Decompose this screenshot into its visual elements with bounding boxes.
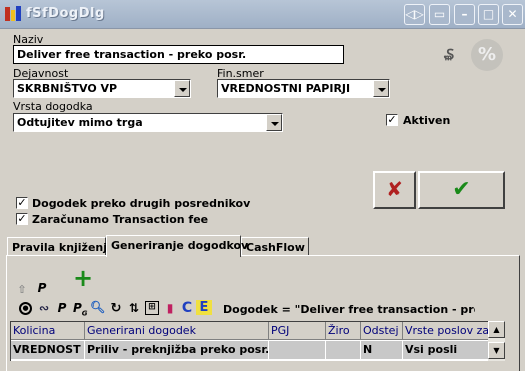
table-cell (269, 341, 326, 359)
cancel-button[interactable]: ✘ (373, 171, 416, 209)
aktiven-label: Aktiven (403, 114, 451, 127)
table-cell: N (361, 341, 403, 359)
table-cell: VREDNOST (11, 341, 85, 359)
minimize-button[interactable]: – (454, 4, 475, 25)
vrsta-select[interactable]: Odtujitev mimo trga (13, 113, 283, 132)
dejavnost-value: SKRBNIŠTVO VP (17, 82, 118, 95)
tab-generiranje[interactable]: Generiranje dogodkov (106, 235, 248, 257)
search-icon[interactable]: 🔍︎ (90, 300, 105, 314)
e-icon[interactable]: E (196, 300, 212, 315)
grid-header[interactable]: Odstej (361, 322, 403, 340)
percent-icon[interactable]: % (471, 39, 503, 71)
events-grid: Kolicina Generirani dogodek PGJ Žiro Ods… (10, 321, 489, 361)
toolbar-info: Dogodek = "Deliver free transaction - pr… (223, 303, 475, 316)
check-icon: ✔ (452, 177, 471, 202)
vertical-scrollbar[interactable]: ▲ ▼ (488, 321, 505, 361)
finsmer-select[interactable]: VREDNOSTNI PAPIRJI (217, 79, 390, 98)
p-tool-icon[interactable]: P (55, 301, 69, 315)
app-icon (5, 6, 21, 21)
refresh-icon[interactable]: ↻ (109, 301, 123, 316)
title-bar: fSfDogDlg ◁▷ ▭ – □ ✕ (0, 0, 525, 29)
chevron-down-icon[interactable] (174, 80, 190, 97)
dejavnost-select[interactable]: SKRBNIŠTVO VP (13, 79, 191, 98)
vrsta-label: Vrsta dogodka (13, 100, 93, 113)
cancel-icon: ✘ (386, 177, 403, 201)
pg-icon[interactable]: PG (73, 301, 88, 317)
finsmer-value: VREDNOSTNI PAPIRJI (221, 82, 351, 95)
grid-header[interactable]: Vrste poslov za i... (403, 322, 489, 340)
ok-button[interactable]: ✔ (418, 171, 505, 209)
export-icon[interactable]: ⊞ (145, 301, 159, 315)
preko-label: Dogodek preko drugih posrednikov (32, 197, 251, 210)
naziv-input[interactable]: Deliver free transaction - preko posr. (13, 45, 344, 64)
vrsta-value: Odtujitev mimo trga (17, 116, 143, 129)
table-cell: Priliv - preknjižba preko posr. (85, 341, 269, 359)
grid-header[interactable]: PGJ (269, 322, 326, 340)
add-icon[interactable]: + (72, 266, 94, 290)
tab-cashflow[interactable]: CashFlow (241, 237, 309, 256)
fee-label: Zaračunamo Transaction fee (32, 213, 209, 226)
p-icon[interactable]: P (35, 281, 49, 295)
coins-icon[interactable]: ₷ (441, 45, 457, 67)
menu-icon[interactable]: ▭ (429, 4, 450, 25)
maximize-button[interactable]: □ (478, 4, 499, 25)
chevron-down-icon[interactable] (266, 114, 282, 131)
preko-checkbox[interactable]: ✓ (16, 197, 28, 209)
table-cell: Vsi posli (403, 341, 489, 359)
grid-header[interactable]: Kolicina (11, 322, 85, 340)
fee-checkbox[interactable]: ✓ (16, 213, 28, 225)
window-title: fSfDogDlg (26, 6, 105, 21)
aktiven-checkbox[interactable]: ✓ (386, 114, 398, 126)
tab-pravila[interactable]: Pravila knjiženja (7, 237, 114, 256)
chevron-down-icon[interactable] (373, 80, 389, 97)
link-icon[interactable]: ∾ (37, 301, 51, 315)
close-button[interactable]: ✕ (502, 4, 523, 25)
target-icon[interactable]: ● (19, 302, 32, 315)
grid-header[interactable]: Generirani dogodek (85, 322, 269, 340)
move-icon[interactable]: ⇧ (16, 283, 28, 296)
grid-header[interactable]: Žiro (326, 322, 361, 340)
sort-icon[interactable]: ⇅ (127, 301, 141, 315)
table-cell (326, 341, 361, 359)
scroll-down-icon[interactable]: ▼ (488, 342, 505, 359)
restore-icon[interactable]: ◁▷ (404, 4, 425, 25)
scroll-up-icon[interactable]: ▲ (488, 321, 505, 338)
chart-icon[interactable]: ▮ (163, 301, 177, 315)
c-icon[interactable]: C (180, 300, 194, 316)
